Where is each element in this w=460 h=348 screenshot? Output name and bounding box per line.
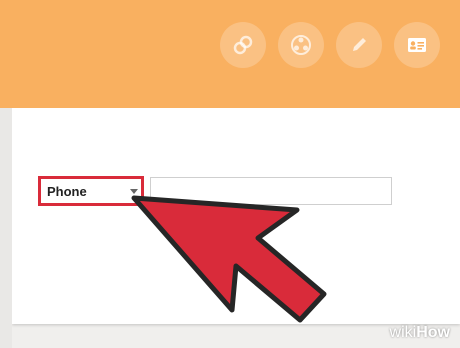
watermark-how: How xyxy=(416,324,450,341)
circles-button[interactable] xyxy=(278,22,324,68)
wikihow-watermark: wikiHow xyxy=(390,324,450,342)
pencil-icon xyxy=(348,34,370,56)
link-button[interactable] xyxy=(220,22,266,68)
phone-type-select[interactable]: Phone xyxy=(38,176,144,206)
watermark-wiki: wiki xyxy=(389,324,417,341)
contact-card-icon xyxy=(406,34,428,56)
contact-card-button[interactable] xyxy=(394,22,440,68)
phone-type-label: Phone xyxy=(47,184,87,199)
chevron-down-icon[interactable] xyxy=(130,189,138,194)
header-bar xyxy=(0,0,460,108)
phone-number-input[interactable] xyxy=(150,177,392,205)
edit-button[interactable] xyxy=(336,22,382,68)
left-margin xyxy=(0,108,12,348)
link-icon xyxy=(232,34,254,56)
circles-icon xyxy=(290,34,312,56)
